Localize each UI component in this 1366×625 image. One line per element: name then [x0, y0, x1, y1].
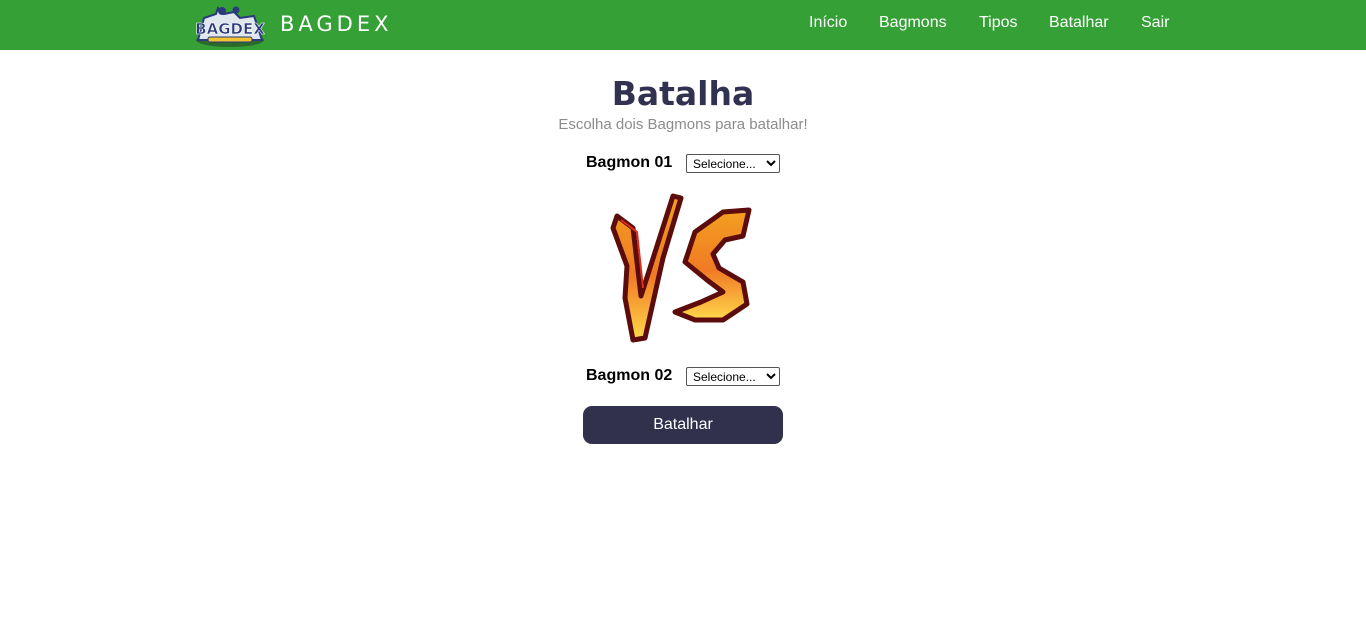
nav-batalhar[interactable]: Batalhar [1049, 14, 1109, 32]
bagmon1-label: Bagmon 01 [586, 154, 673, 171]
nav-tipos[interactable]: Tipos [979, 14, 1018, 32]
bagmon2-label: Bagmon 02 [586, 367, 673, 384]
nav-sair[interactable]: Sair [1141, 14, 1169, 32]
page-title: Batalha [611, 74, 755, 113]
brand-name[interactable]: BAGDEX [280, 12, 393, 36]
navbar: BAGDEX BAGDEX Início Bagmons Tipos Batal… [0, 0, 1366, 50]
bagmon1-select[interactable]: Selecione... [686, 154, 780, 173]
vs-image [610, 193, 752, 343]
bagdex-logo[interactable]: BAGDEX [194, 4, 266, 48]
page-subtitle: Escolha dois Bagmons para batalhar! [558, 116, 808, 133]
battle-button[interactable]: Batalhar [583, 406, 783, 444]
nav-inicio[interactable]: Início [809, 14, 847, 32]
bagmon2-select[interactable]: Selecione... [686, 367, 780, 386]
nav-bagmons[interactable]: Bagmons [879, 14, 947, 32]
svg-text:BAGDEX: BAGDEX [195, 20, 265, 38]
